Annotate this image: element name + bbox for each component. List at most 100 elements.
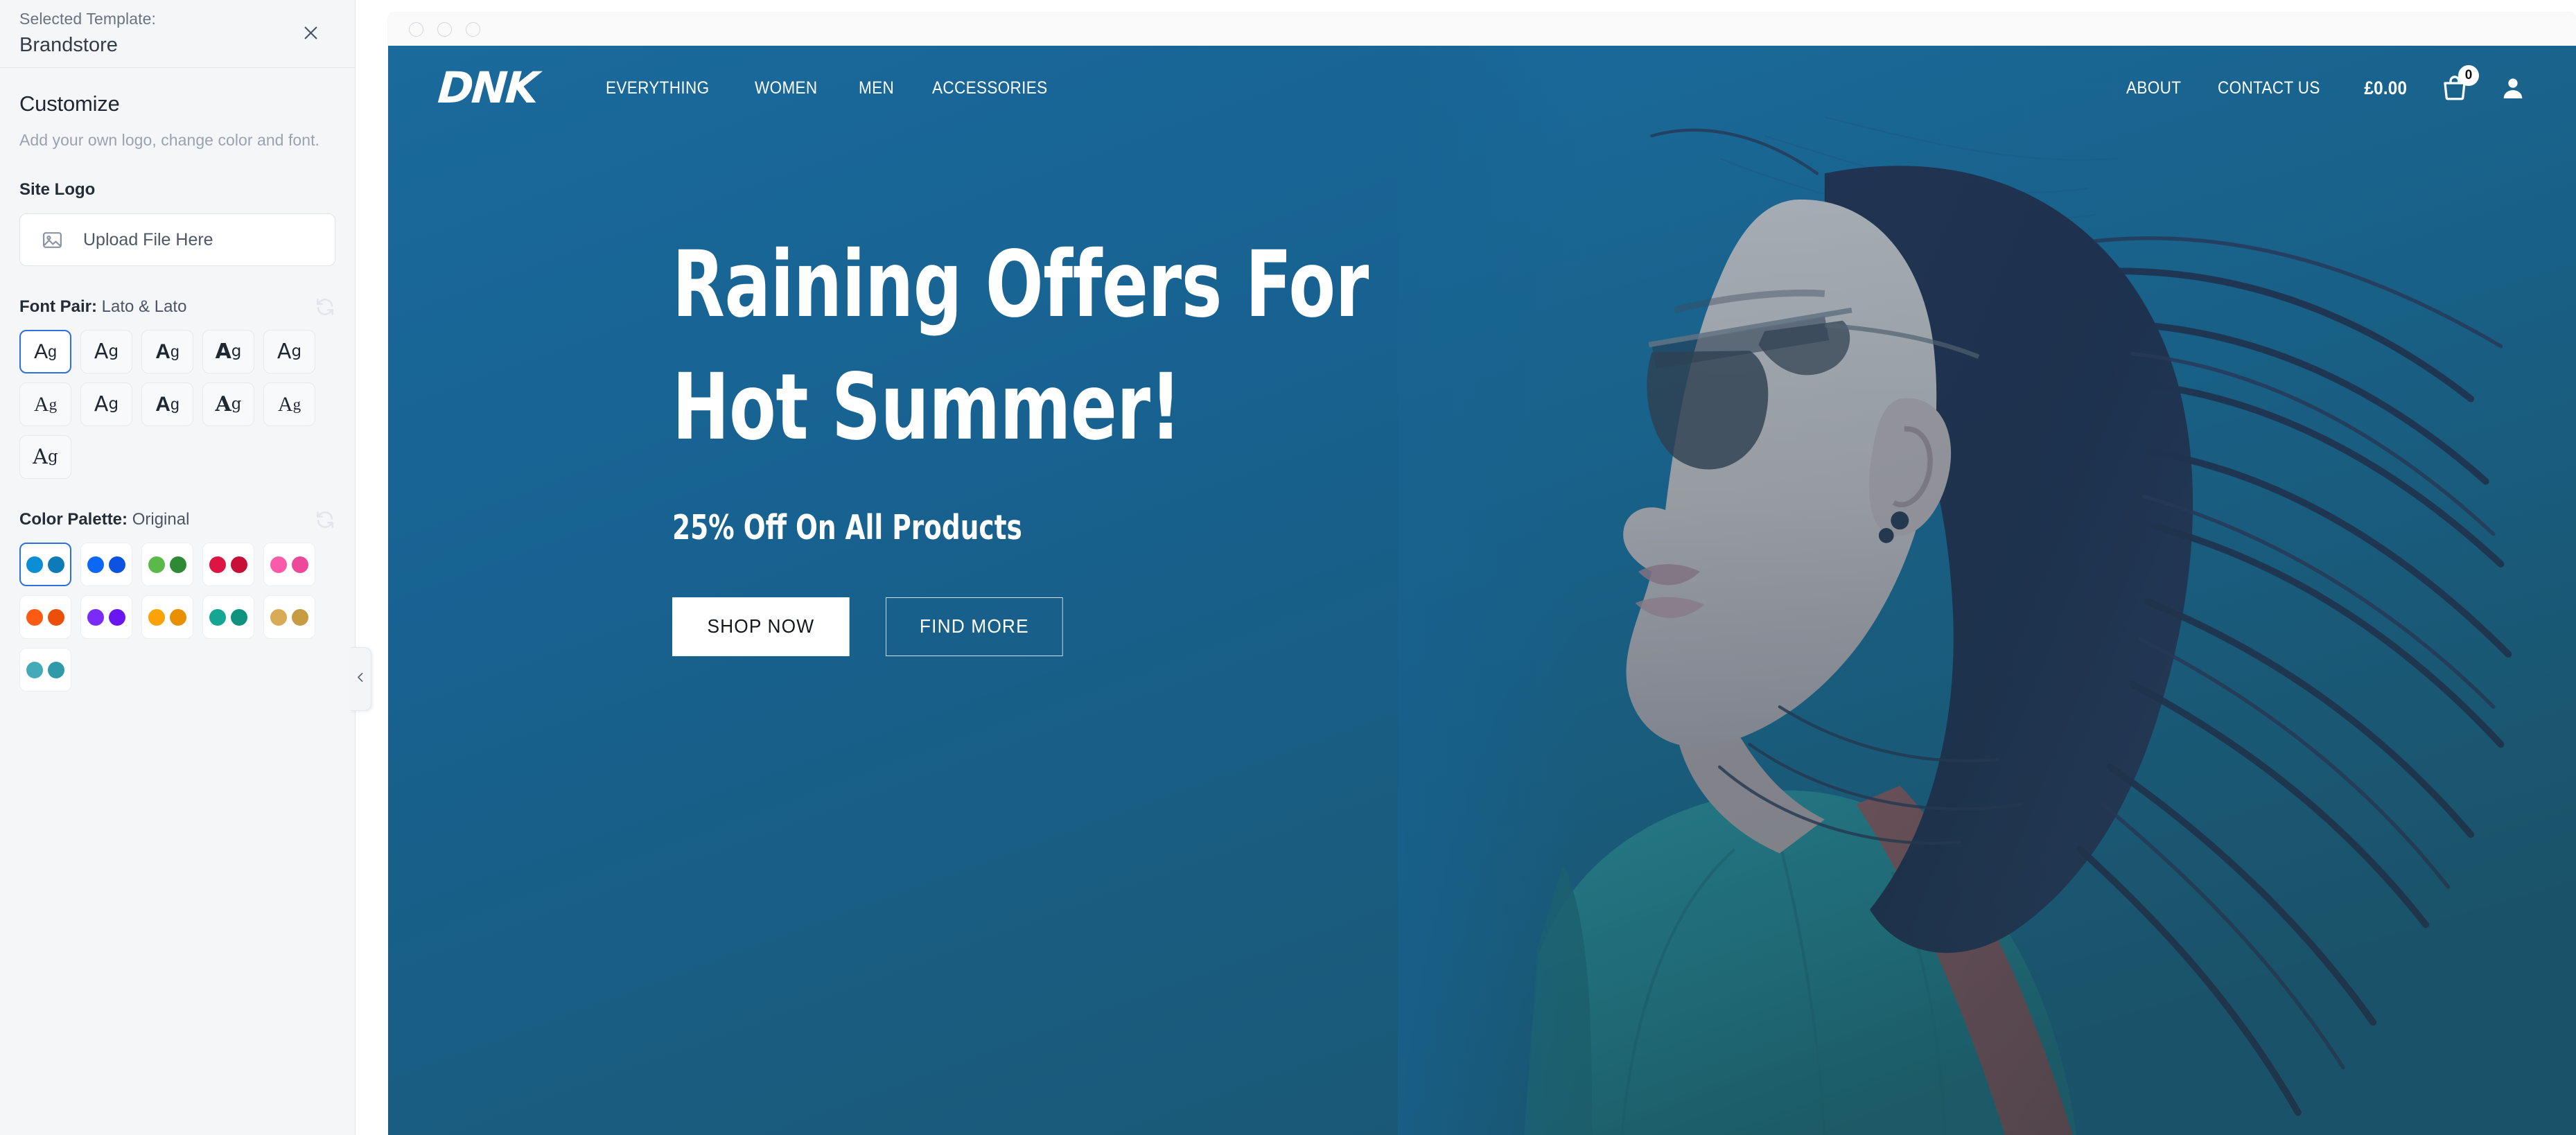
font-sample-lowercase: g bbox=[170, 395, 179, 413]
palette-dot-2 bbox=[109, 608, 125, 626]
palette-dot-2 bbox=[292, 608, 308, 626]
color-palette-tile-teal[interactable] bbox=[202, 595, 254, 639]
browser-title-bar bbox=[388, 12, 2576, 46]
font-pair-tile-5[interactable]: Ag bbox=[19, 382, 71, 426]
user-icon bbox=[2500, 75, 2526, 101]
font-sample-uppercase: A bbox=[155, 392, 170, 416]
window-dot-maximize-icon[interactable] bbox=[466, 21, 480, 37]
account-button[interactable] bbox=[2500, 75, 2526, 101]
palette-dot-2 bbox=[48, 556, 64, 573]
chevron-left-icon bbox=[355, 671, 367, 687]
color-palette-value: Original bbox=[132, 510, 190, 529]
font-sample-lowercase: g bbox=[108, 395, 119, 413]
font-sample-lowercase: g bbox=[47, 448, 58, 466]
color-palette-tile-pink[interactable] bbox=[263, 543, 315, 586]
shop-now-button[interactable]: SHOP NOW bbox=[672, 597, 850, 656]
font-sample-lowercase: g bbox=[231, 395, 242, 413]
palette-dot-2 bbox=[48, 608, 64, 626]
font-sample-uppercase: A bbox=[277, 339, 292, 364]
font-sample-lowercase: g bbox=[292, 396, 301, 413]
color-palette-grid bbox=[19, 543, 324, 692]
font-sample-lowercase: g bbox=[291, 342, 302, 360]
nav-item-accessories[interactable]: ACCESSORIES bbox=[932, 78, 1048, 98]
font-pair-tile-4[interactable]: Ag bbox=[263, 330, 315, 373]
palette-dot-1 bbox=[209, 608, 226, 626]
font-sample-lowercase: g bbox=[170, 342, 179, 360]
site-logo[interactable]: DNK bbox=[436, 62, 538, 113]
page-title: Customize bbox=[19, 91, 120, 116]
font-sample-uppercase: A bbox=[155, 340, 170, 363]
color-palette-tile-green[interactable] bbox=[141, 543, 193, 586]
palette-dot-2 bbox=[170, 608, 186, 626]
color-palette-label-row: Color Palette: Original bbox=[19, 509, 335, 530]
color-palette-label: Color Palette: Original bbox=[19, 510, 190, 529]
cart-count-badge: 0 bbox=[2458, 65, 2479, 86]
palette-dot-1 bbox=[26, 661, 43, 678]
font-pair-tile-2[interactable]: Ag bbox=[141, 330, 193, 373]
image-icon bbox=[41, 229, 64, 252]
font-sample-uppercase: A bbox=[277, 392, 293, 416]
font-sample-uppercase: A bbox=[94, 339, 109, 364]
palette-dot-2 bbox=[292, 556, 308, 573]
upload-logo-dropzone[interactable]: Upload File Here bbox=[19, 213, 335, 266]
primary-nav: EVERYTHING WOMEN MEN ACCESSORIES bbox=[606, 78, 1060, 98]
color-palette-tile-amber[interactable] bbox=[141, 595, 193, 639]
font-pair-grid: AgAgAgAgAgAgAgAgAgAgAg bbox=[19, 330, 324, 479]
browser-preview-window: DNK EVERYTHING WOMEN MEN ACCESSORIES ABOUT C… bbox=[388, 12, 2576, 1135]
font-sample-lowercase: g bbox=[49, 396, 58, 413]
font-pair-tile-3[interactable]: Ag bbox=[202, 330, 254, 373]
font-sample-uppercase: A bbox=[94, 391, 109, 416]
color-palette-tile-gold[interactable] bbox=[263, 595, 315, 639]
font-pair-tile-1[interactable]: Ag bbox=[80, 330, 132, 373]
site-logo-label-row: Site Logo bbox=[19, 180, 335, 200]
collapse-sidebar-handle[interactable] bbox=[351, 647, 371, 711]
palette-dot-1 bbox=[209, 556, 226, 573]
font-pair-tile-7[interactable]: Ag bbox=[141, 382, 193, 426]
font-pair-label-row: Font Pair: Lato & Lato bbox=[19, 297, 335, 317]
nav-item-women[interactable]: WOMEN bbox=[755, 78, 818, 98]
hero-heading: Raining Offers For Hot Summer! bbox=[672, 231, 1369, 461]
font-sample-lowercase: g bbox=[231, 342, 242, 360]
nav-item-about[interactable]: ABOUT bbox=[2126, 78, 2181, 98]
palette-dot-1 bbox=[87, 556, 104, 573]
palette-dot-1 bbox=[87, 608, 104, 626]
shopping-bag-icon bbox=[2440, 76, 2469, 105]
color-palette-tile-orange[interactable] bbox=[19, 595, 71, 639]
palette-dot-1 bbox=[270, 608, 287, 626]
font-pair-tile-10[interactable]: Ag bbox=[19, 435, 71, 479]
nav-item-everything[interactable]: EVERYTHING bbox=[606, 78, 709, 98]
color-palette-tile-purple[interactable] bbox=[80, 595, 132, 639]
color-palette-tile-cyan[interactable] bbox=[19, 648, 71, 692]
site-preview: DNK EVERYTHING WOMEN MEN ACCESSORIES ABOUT C… bbox=[388, 46, 2576, 1135]
font-sample-uppercase: A bbox=[34, 340, 49, 363]
color-palette-refresh-icon[interactable] bbox=[315, 509, 335, 530]
hero-content: Raining Offers For Hot Summer! 25% Off O… bbox=[388, 130, 2576, 656]
palette-dot-1 bbox=[148, 608, 165, 626]
font-pair-refresh-icon[interactable] bbox=[315, 297, 335, 317]
find-more-button[interactable]: FIND MORE bbox=[886, 597, 1063, 656]
palette-dot-1 bbox=[26, 556, 43, 573]
nav-item-men[interactable]: MEN bbox=[859, 78, 894, 98]
font-pair-tile-6[interactable]: Ag bbox=[80, 382, 132, 426]
nav-item-contact-us[interactable]: CONTACT US bbox=[2218, 78, 2320, 98]
window-dot-close-icon[interactable] bbox=[409, 21, 423, 37]
sidebar-header: Selected Template: Brandstore bbox=[0, 0, 355, 68]
window-dot-minimize-icon[interactable] bbox=[437, 21, 452, 37]
font-pair-value: Lato & Lato bbox=[101, 297, 187, 316]
cart-button[interactable]: 0 bbox=[2440, 65, 2479, 105]
customizer-sidebar: Selected Template: Brandstore Customize … bbox=[0, 0, 371, 1135]
palette-dot-1 bbox=[270, 556, 287, 573]
color-palette-tile-blue[interactable] bbox=[80, 543, 132, 586]
font-sample-uppercase: A bbox=[33, 444, 48, 469]
color-palette-tile-original[interactable] bbox=[19, 543, 71, 586]
palette-dot-1 bbox=[26, 608, 43, 626]
site-navbar: DNK EVERYTHING WOMEN MEN ACCESSORIES ABOUT C… bbox=[388, 46, 2576, 130]
font-pair-tile-9[interactable]: Ag bbox=[263, 382, 315, 426]
close-icon bbox=[301, 24, 320, 44]
hero-subheading: 25% Off On All Products bbox=[672, 507, 1022, 547]
font-pair-tile-0[interactable]: Ag bbox=[19, 330, 71, 373]
font-pair-tile-8[interactable]: Ag bbox=[202, 382, 254, 426]
color-palette-tile-red[interactable] bbox=[202, 543, 254, 586]
close-panel-button[interactable] bbox=[294, 17, 327, 51]
selected-template-label: Selected Template: bbox=[19, 9, 156, 28]
